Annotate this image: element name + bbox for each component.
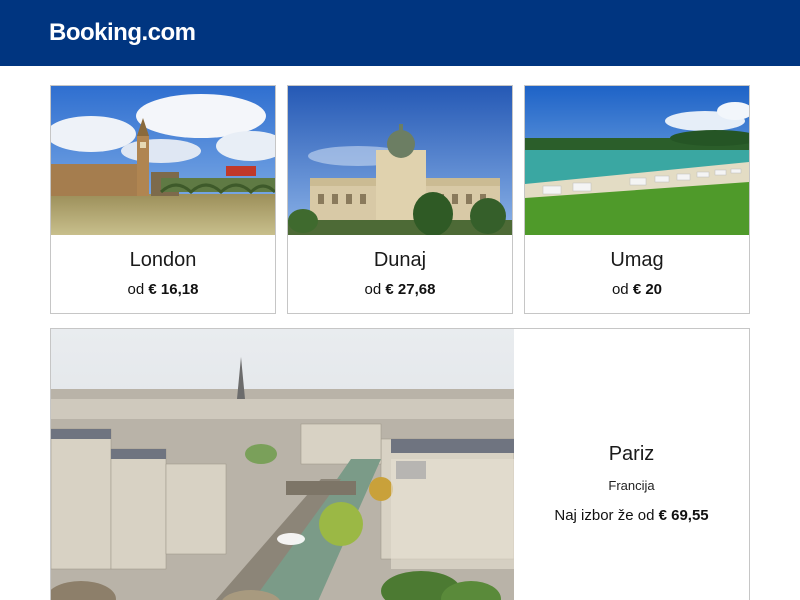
destination-card-umag[interactable]: Umag od € 20	[524, 85, 750, 314]
booking-logo[interactable]: Booking.com	[49, 19, 196, 47]
destination-price: od € 27,68	[364, 281, 436, 298]
destination-city: London	[129, 249, 197, 271]
site-header: Booking.com	[0, 0, 800, 66]
dunaj-photo[interactable]	[288, 86, 512, 235]
featured-destination-card-pariz[interactable]: Pariz Francija Naj izbor že od € 69,55	[50, 328, 750, 600]
umag-photo[interactable]	[525, 86, 749, 235]
pariz-photo[interactable]	[51, 329, 514, 600]
destination-card-london[interactable]: London od € 16,18	[50, 85, 276, 314]
destination-price: od € 16,18	[127, 281, 199, 298]
featured-price: Naj izbor že od € 69,55	[554, 507, 709, 524]
destination-card-dunaj[interactable]: Dunaj od € 27,68	[287, 85, 513, 314]
london-photo[interactable]	[51, 86, 275, 235]
destination-city: Dunaj	[373, 249, 427, 271]
destination-price: od € 20	[611, 281, 663, 298]
featured-country: Francija	[608, 478, 655, 493]
featured-city: Pariz	[608, 443, 655, 465]
destination-city: Umag	[610, 249, 664, 271]
